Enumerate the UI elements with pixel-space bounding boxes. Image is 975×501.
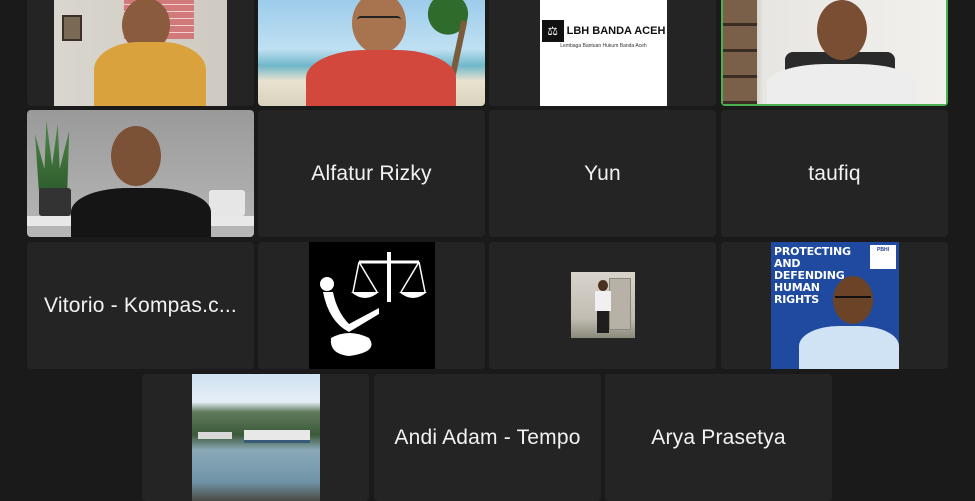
person-body (767, 64, 917, 104)
participant-tile-2[interactable] (258, 0, 485, 106)
participant-name: Yun (584, 161, 621, 185)
person-head (111, 126, 161, 186)
participant-name: Arya Prasetya (651, 426, 786, 449)
participant-video (723, 0, 946, 104)
participant-video: PROTECTING AND DEFENDING HUMAN RIGHTS PB… (771, 242, 899, 369)
person-body (306, 50, 456, 106)
participant-tile-10[interactable] (258, 242, 485, 369)
glasses (357, 16, 401, 28)
palm-tree (413, 0, 483, 50)
person-head (598, 280, 608, 291)
lbh-logo: ⚖ LBH BANDA ACEH Lembaga Bantuan Hukum B… (540, 20, 667, 49)
person-body (94, 42, 206, 106)
participant-tile-4-active-speaker[interactable] (721, 0, 948, 106)
lbh-subtitle: Lembaga Bantuan Hukum Banda Aceh (560, 43, 647, 49)
participant-tile-15[interactable]: Arya Prasetya (605, 374, 832, 501)
participant-name: Vitorio - Kompas.c... (44, 293, 237, 317)
poster-text: PROTECTING AND DEFENDING HUMAN RIGHTS (774, 245, 851, 306)
participant-video (54, 0, 227, 106)
plant-left (35, 120, 70, 190)
person-body (595, 291, 611, 311)
participant-video (192, 374, 320, 501)
participant-tile-3[interactable]: ⚖ LBH BANDA ACEH Lembaga Bantuan Hukum B… (489, 0, 716, 106)
participant-tile-5[interactable] (27, 110, 254, 237)
glasses (835, 296, 871, 306)
participant-name: taufiq (808, 161, 861, 185)
door (609, 278, 631, 330)
participant-video (571, 272, 635, 338)
lbh-scale-icon: ⚖ (541, 20, 564, 42)
participant-video (309, 242, 435, 369)
pbhi-badge: PBHI (870, 245, 896, 269)
participant-tile-9[interactable]: Vitorio - Kompas.c... (27, 242, 254, 369)
picture-frame (62, 15, 82, 41)
plant-right (209, 190, 245, 216)
person-body (799, 326, 899, 369)
participant-tile-8[interactable]: taufiq (721, 110, 948, 237)
participant-video (27, 110, 254, 237)
participant-tile-11[interactable] (489, 242, 716, 369)
person-legs (597, 311, 609, 333)
lbh-title: LBH BANDA ACEH (566, 25, 666, 37)
bookshelf (723, 0, 757, 104)
participant-video: ⚖ LBH BANDA ACEH Lembaga Bantuan Hukum B… (540, 0, 667, 106)
participant-tile-6[interactable]: Alfatur Rizky (258, 110, 485, 237)
participant-tile-1[interactable] (27, 0, 254, 106)
person-body (71, 188, 211, 237)
participant-tile-12[interactable]: PROTECTING AND DEFENDING HUMAN RIGHTS PB… (721, 242, 948, 369)
participant-video (258, 0, 485, 106)
participant-tile-7[interactable]: Yun (489, 110, 716, 237)
participant-name: Alfatur Rizky (311, 161, 432, 185)
justice-scales-icon (320, 252, 427, 356)
pot-left (39, 188, 71, 216)
participant-name: Andi Adam - Tempo (394, 426, 581, 449)
participant-tile-14[interactable]: Andi Adam - Tempo (374, 374, 601, 501)
boat-small (198, 432, 232, 439)
participant-tile-13[interactable] (142, 374, 369, 501)
person-head (817, 0, 867, 60)
boat (244, 430, 310, 443)
